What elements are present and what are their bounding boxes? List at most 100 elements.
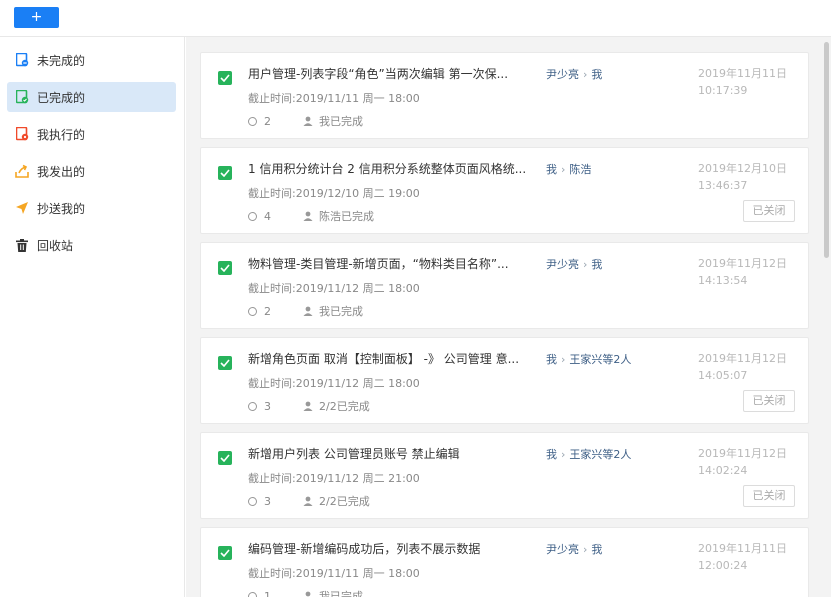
comment-count: 2 bbox=[264, 114, 271, 128]
task-date: 2019年11月11日 bbox=[698, 67, 787, 80]
comment-icon bbox=[248, 401, 257, 411]
task-status: 2/2已完成 bbox=[319, 495, 370, 508]
task-time: 14:13:54 bbox=[698, 274, 748, 287]
sidebar-item-label: 已完成的 bbox=[37, 90, 86, 105]
task-from: 尹少亮 bbox=[546, 543, 579, 556]
arrow-icon: › bbox=[561, 163, 566, 176]
task-deadline: 截止时间:2019/11/12 周二 18:00 bbox=[248, 377, 420, 390]
completed-checkbox[interactable] bbox=[218, 261, 232, 275]
user-icon bbox=[303, 401, 313, 411]
task-status: 我已完成 bbox=[319, 305, 363, 318]
user-icon bbox=[305, 591, 311, 597]
closed-button[interactable]: 已关闭 bbox=[743, 485, 795, 507]
check-icon bbox=[220, 264, 230, 272]
task-title[interactable]: 物料管理-类目管理-新增页面，“物料类目名称”... bbox=[248, 255, 544, 272]
task-list: 用户管理-列表字段“角色”当两次编辑 第一次保... 尹少亮 › 我 截止时间:20… bbox=[186, 37, 821, 597]
task-date: 2019年11月12日 bbox=[698, 447, 787, 460]
add-task-button[interactable]: + bbox=[14, 7, 59, 28]
task-to: 王家兴等2人 bbox=[569, 353, 632, 366]
scrollbar-thumb[interactable] bbox=[824, 42, 829, 258]
task-card[interactable]: 编码管理-新增编码成功后，列表不展示数据 尹少亮 › 我 截止时间:2019/11/… bbox=[200, 527, 809, 597]
check-icon bbox=[220, 549, 230, 557]
scrollbar[interactable] bbox=[821, 37, 831, 597]
comment-count: 3 bbox=[264, 399, 271, 413]
user-icon bbox=[303, 116, 313, 126]
task-date: 2019年11月11日 bbox=[698, 542, 787, 555]
task-status: 2/2已完成 bbox=[319, 400, 370, 413]
comment-count: 3 bbox=[264, 494, 271, 508]
comment-icon bbox=[248, 116, 257, 126]
task-card[interactable]: 物料管理-类目管理-新增页面，“物料类目名称”... 尹少亮 › 我 截止时间:20… bbox=[200, 242, 809, 329]
task-title[interactable]: 用户管理-列表字段“角色”当两次编辑 第一次保... bbox=[248, 65, 544, 82]
task-status: 我已完成 bbox=[319, 115, 363, 128]
check-icon bbox=[220, 74, 230, 82]
arrow-icon: › bbox=[561, 353, 566, 366]
task-card[interactable]: 用户管理-列表字段“角色”当两次编辑 第一次保... 尹少亮 › 我 截止时间:20… bbox=[200, 52, 809, 139]
task-deadline: 截止时间:2019/11/12 周二 21:00 bbox=[248, 472, 420, 485]
task-title[interactable]: 新增角色页面 取消【控制面板】 -》 公司管理 意... bbox=[248, 350, 544, 367]
task-deadline: 截止时间:2019/11/11 周一 18:00 bbox=[248, 567, 420, 580]
task-meta: 4 陈浩已完成 bbox=[248, 208, 374, 224]
sidebar-item-executed[interactable]: 我执行的 bbox=[7, 119, 176, 149]
sidebar-item-label: 未完成的 bbox=[37, 53, 86, 68]
sidebar-item-trash[interactable]: 回收站 bbox=[7, 230, 176, 260]
task-from: 我 bbox=[546, 448, 557, 461]
completed-checkbox[interactable] bbox=[218, 546, 232, 560]
completed-checkbox[interactable] bbox=[218, 356, 232, 370]
task-timestamp: 2019年11月12日 14:05:07 bbox=[698, 350, 787, 384]
task-time: 13:46:37 bbox=[698, 179, 748, 192]
task-time: 12:00:24 bbox=[698, 559, 748, 572]
sidebar-item-cc[interactable]: 抄送我的 bbox=[7, 193, 176, 223]
comment-icon bbox=[248, 211, 257, 221]
task-to: 陈浩 bbox=[569, 163, 592, 176]
task-date: 2019年11月12日 bbox=[698, 352, 787, 365]
task-to: 我 bbox=[591, 68, 603, 81]
trash-icon bbox=[15, 238, 29, 252]
completed-icon bbox=[15, 90, 29, 104]
task-assignment: 尹少亮 › 我 bbox=[546, 256, 602, 272]
task-timestamp: 2019年12月10日 13:46:37 bbox=[698, 160, 787, 194]
task-to: 我 bbox=[591, 543, 603, 556]
completed-checkbox[interactable] bbox=[218, 451, 232, 465]
task-meta: 3 2/2已完成 bbox=[248, 398, 370, 414]
executed-icon bbox=[15, 127, 29, 141]
task-time: 14:05:07 bbox=[698, 369, 748, 382]
task-from: 尹少亮 bbox=[546, 258, 579, 271]
user-icon bbox=[303, 306, 313, 316]
task-to: 王家兴等2人 bbox=[569, 448, 632, 461]
task-meta: 3 2/2已完成 bbox=[248, 493, 370, 509]
sidebar-item-label: 回收站 bbox=[37, 238, 74, 253]
task-card[interactable]: 新增用户列表 公司管理员账号 禁止编辑 我 › 王家兴等2人 截止时间:2019/1… bbox=[200, 432, 809, 519]
incomplete-icon bbox=[15, 53, 29, 67]
comment-icon bbox=[248, 591, 257, 597]
closed-button[interactable]: 已关闭 bbox=[743, 390, 795, 412]
task-to: 我 bbox=[591, 258, 603, 271]
task-status: 陈浩已完成 bbox=[319, 210, 374, 223]
sidebar-item-label: 抄送我的 bbox=[37, 201, 86, 216]
completed-checkbox[interactable] bbox=[218, 71, 232, 85]
task-time: 14:02:24 bbox=[698, 464, 748, 477]
task-meta: 2 我已完成 bbox=[248, 113, 363, 129]
task-card[interactable]: 新增角色页面 取消【控制面板】 -》 公司管理 意... 我 › 王家兴等2人 截止… bbox=[200, 337, 809, 424]
sidebar-item-incomplete[interactable]: 未完成的 bbox=[7, 45, 176, 75]
task-card[interactable]: 1 信用积分统计台 2 信用积分系统整体页面风格统... 我 › 陈浩 截止时间:2… bbox=[200, 147, 809, 234]
comment-icon bbox=[248, 496, 257, 506]
closed-button[interactable]: 已关闭 bbox=[743, 200, 795, 222]
task-from: 我 bbox=[546, 353, 557, 366]
check-icon bbox=[220, 359, 230, 367]
task-deadline: 截止时间:2019/12/10 周二 19:00 bbox=[248, 187, 420, 200]
task-title[interactable]: 新增用户列表 公司管理员账号 禁止编辑 bbox=[248, 445, 544, 462]
task-title[interactable]: 1 信用积分统计台 2 信用积分系统整体页面风格统... bbox=[248, 160, 544, 177]
completed-checkbox[interactable] bbox=[218, 166, 232, 180]
task-assignment: 尹少亮 › 我 bbox=[546, 541, 602, 557]
task-title[interactable]: 编码管理-新增编码成功后，列表不展示数据 bbox=[248, 540, 544, 557]
comment-count: 4 bbox=[264, 209, 271, 223]
task-date: 2019年11月12日 bbox=[698, 257, 787, 270]
sidebar-item-completed[interactable]: 已完成的 bbox=[7, 82, 176, 112]
sidebar-item-sent[interactable]: 我发出的 bbox=[7, 156, 176, 186]
task-time: 10:17:39 bbox=[698, 84, 748, 97]
comment-count: 2 bbox=[264, 304, 271, 318]
check-icon bbox=[220, 454, 230, 462]
task-assignment: 我 › 王家兴等2人 bbox=[546, 446, 631, 462]
user-icon bbox=[303, 496, 313, 506]
